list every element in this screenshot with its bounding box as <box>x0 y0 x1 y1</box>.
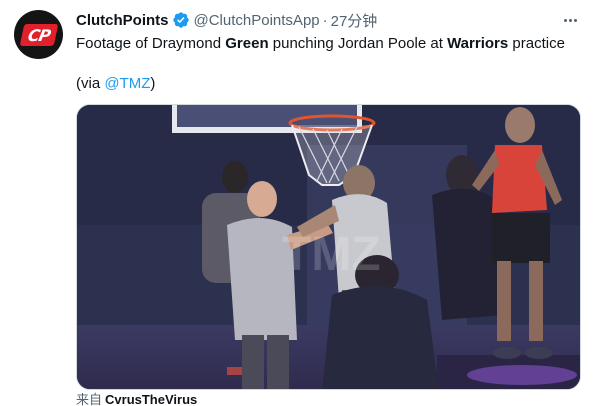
person-coach <box>247 181 277 217</box>
tmz-mention-link[interactable]: @TMZ <box>104 75 150 92</box>
tweet-text: Footage of Draymond Green punching Jorda… <box>76 34 581 94</box>
media-attribution: 来自 CvrusTheVirus <box>76 393 197 406</box>
clutchpoints-logo: CP <box>19 23 58 46</box>
handle[interactable]: @ClutchPointsApp <box>194 12 320 29</box>
avatar-logo-text: CP <box>25 25 52 44</box>
highlight-warriors: Warriors <box>447 35 509 52</box>
person-red-jersey <box>505 107 535 143</box>
timestamp[interactable]: 27分钟 <box>331 10 378 31</box>
tmz-watermark: TMZ <box>282 228 381 281</box>
via-close: ) <box>150 75 156 92</box>
video-thumbnail[interactable]: TMZ <box>76 104 581 390</box>
tweet-text-part: Footage of Draymond <box>76 35 226 52</box>
display-name[interactable]: ClutchPoints <box>76 12 169 29</box>
avatar[interactable]: CP <box>14 10 63 59</box>
tweet-header: ClutchPoints @ClutchPointsApp · 27分钟 <box>76 10 377 30</box>
separator-dot: · <box>322 11 328 29</box>
highlight-green: Green <box>225 35 269 52</box>
attribution-source-link[interactable]: CvrusTheVirus <box>105 392 197 406</box>
via-open: (via <box>76 75 105 92</box>
attribution-prefix: 来自 <box>76 392 103 406</box>
person-foreground <box>322 286 439 389</box>
verified-badge-icon <box>172 11 190 29</box>
tweet-text-part: punching Jordan Poole at <box>268 35 448 52</box>
tweet-card[interactable]: CP ClutchPoints @ClutchPointsApp · 27分钟 … <box>0 0 594 406</box>
more-options-icon[interactable] <box>560 10 580 30</box>
tweet-text-part: practice <box>508 35 565 52</box>
